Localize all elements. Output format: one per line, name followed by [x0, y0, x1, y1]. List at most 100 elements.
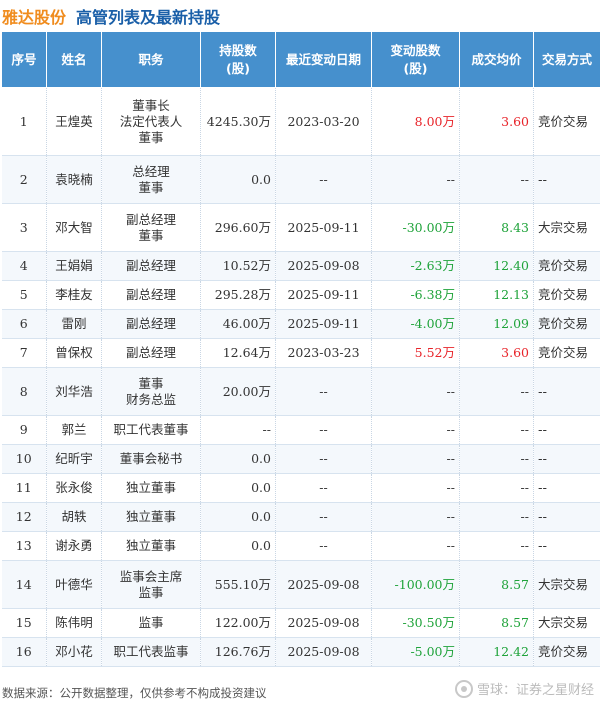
executive-name: 袁晓楠 [46, 155, 102, 204]
column-header: 序号 [1, 31, 47, 88]
trade-method: 大宗交易 [533, 560, 600, 609]
last-change-date: 2025-09-08 [275, 251, 372, 281]
column-header: 职务 [101, 31, 201, 88]
executive-roles: 董事会秘书 [101, 444, 201, 474]
executive-name: 邓大智 [46, 203, 102, 252]
executive-roles: 副总经理 [101, 338, 201, 368]
average-price: -- [459, 367, 534, 416]
row-number: 11 [1, 473, 47, 503]
row-number: 14 [1, 560, 47, 609]
shares-held: 4245.30万 [200, 87, 276, 156]
executive-name: 纪昕宇 [46, 444, 102, 474]
role-line: 副总经理 [125, 287, 176, 302]
executive-roles: 职工代表监事 [101, 637, 201, 667]
last-change-date: 2025-09-11 [275, 203, 372, 252]
trade-method: -- [533, 473, 600, 503]
brand-name: 雪球：证券之星财经 [476, 683, 594, 698]
changed-shares: -4.00万 [371, 309, 460, 339]
last-change-date: -- [275, 415, 372, 445]
changed-shares: -30.50万 [371, 608, 460, 638]
trade-method: -- [533, 155, 600, 204]
role-line: 董事长 [132, 97, 170, 113]
table-header-row: 序号 姓名 职务 持股数 (股) 最近变动日期 变动股数 (股) 成交均价 交易方式 [1, 31, 600, 88]
last-change-date: 2025-09-11 [275, 309, 372, 339]
role-line: 副总经理 [125, 258, 176, 273]
last-change-date: 2025-09-11 [275, 280, 372, 310]
role-line: 董事 [138, 129, 164, 145]
shares-held: 0.0 [200, 155, 276, 204]
executive-roles: 职工代表董事 [101, 415, 201, 445]
column-header: 持股数 (股) [200, 31, 276, 88]
role-line: 监事 [138, 615, 164, 630]
average-price: 12.09 [459, 309, 534, 339]
trade-method: -- [533, 502, 600, 532]
table-row: 14 叶德华 监事会主席 监事 555.10万 2025-09-08 -100.00万 8.5… [1, 560, 600, 609]
role-line: 职工代表董事 [113, 422, 189, 437]
column-header: 最近变动日期 [275, 31, 372, 88]
row-number: 3 [1, 203, 47, 252]
last-change-date: -- [275, 531, 372, 561]
changed-shares: -6.38万 [371, 280, 460, 310]
company-name: 雅达股份 [2, 7, 67, 27]
table-row: 13 谢永勇 独立董事 0.0 -- -- -- -- [1, 531, 600, 561]
table-row: 3 邓大智 副总经理 董事 296.60万 2025-09-11 -30.00万 8.43 大宗… [1, 203, 600, 252]
shares-held: 0.0 [200, 531, 276, 561]
table-body: 1 王煌英 董事长 法定代表人 董事 4245.30万 2023-03-20 8.00万 3.6… [1, 87, 600, 667]
changed-shares: -- [371, 444, 460, 474]
shares-held: 295.28万 [200, 280, 276, 310]
role-line: 副总经理 [125, 345, 176, 360]
last-change-date: -- [275, 155, 372, 204]
changed-shares: -- [371, 531, 460, 561]
shares-held: 555.10万 [200, 560, 276, 609]
last-change-date: -- [275, 473, 372, 503]
executive-name: 叶德华 [46, 560, 102, 609]
changed-shares: 5.52万 [371, 338, 460, 368]
average-price: -- [459, 473, 534, 503]
row-number: 4 [1, 251, 47, 281]
average-price: -- [459, 415, 534, 445]
shares-held: 0.0 [200, 444, 276, 474]
column-header: 姓名 [46, 31, 102, 88]
shares-held: 0.0 [200, 473, 276, 503]
executive-name: 王娟娟 [46, 251, 102, 281]
executive-roles: 独立董事 [101, 531, 201, 561]
executive-name: 谢永勇 [46, 531, 102, 561]
shares-held: -- [200, 415, 276, 445]
role-line: 监事 [138, 584, 164, 600]
row-number: 16 [1, 637, 47, 667]
trade-method: 竞价交易 [533, 309, 600, 339]
average-price: 12.13 [459, 280, 534, 310]
trade-method: 大宗交易 [533, 203, 600, 252]
average-price: -- [459, 155, 534, 204]
trade-method: 竞价交易 [533, 251, 600, 281]
table-row: 16 邓小花 职工代表监事 126.76万 2025-09-08 -5.00万 12.42 竞… [1, 637, 600, 667]
shares-held: 296.60万 [200, 203, 276, 252]
table-row: 10 纪昕宇 董事会秘书 0.0 -- -- -- -- [1, 444, 600, 474]
changed-shares: -100.00万 [371, 560, 460, 609]
average-price: 3.60 [459, 87, 534, 156]
row-number: 9 [1, 415, 47, 445]
executive-name: 胡轶 [46, 502, 102, 532]
executive-roles: 副总经理 董事 [101, 203, 201, 252]
last-change-date: -- [275, 367, 372, 416]
last-change-date: 2025-09-08 [275, 560, 372, 609]
average-price: 12.40 [459, 251, 534, 281]
role-line: 监事会主席 [119, 568, 183, 584]
executives-table: 序号 姓名 职务 持股数 (股) 最近变动日期 变动股数 (股) 成交均价 交易方式 1 王煌英 董事… [1, 31, 600, 667]
trade-method: 竞价交易 [533, 338, 600, 368]
average-price: 8.57 [459, 560, 534, 609]
table-row: 2 袁晓楠 总经理 董事 0.0 -- -- -- -- [1, 155, 600, 204]
executive-roles: 董事 财务总监 [101, 367, 201, 416]
report-header: 雅达股份 高管列表及最新持股 [0, 0, 600, 31]
xueqiu-logo-icon [454, 679, 473, 698]
executive-roles: 副总经理 [101, 309, 201, 339]
role-line: 职工代表监事 [113, 644, 189, 659]
data-source-note: 数据来源：公开数据整理，仅供参考不构成投资建议 [2, 686, 267, 700]
average-price: 8.57 [459, 608, 534, 638]
column-header: 成交均价 [459, 31, 534, 88]
column-header: 交易方式 [533, 31, 600, 88]
row-number: 15 [1, 608, 47, 638]
changed-shares: -5.00万 [371, 637, 460, 667]
last-change-date: 2025-09-08 [275, 608, 372, 638]
average-price: -- [459, 444, 534, 474]
